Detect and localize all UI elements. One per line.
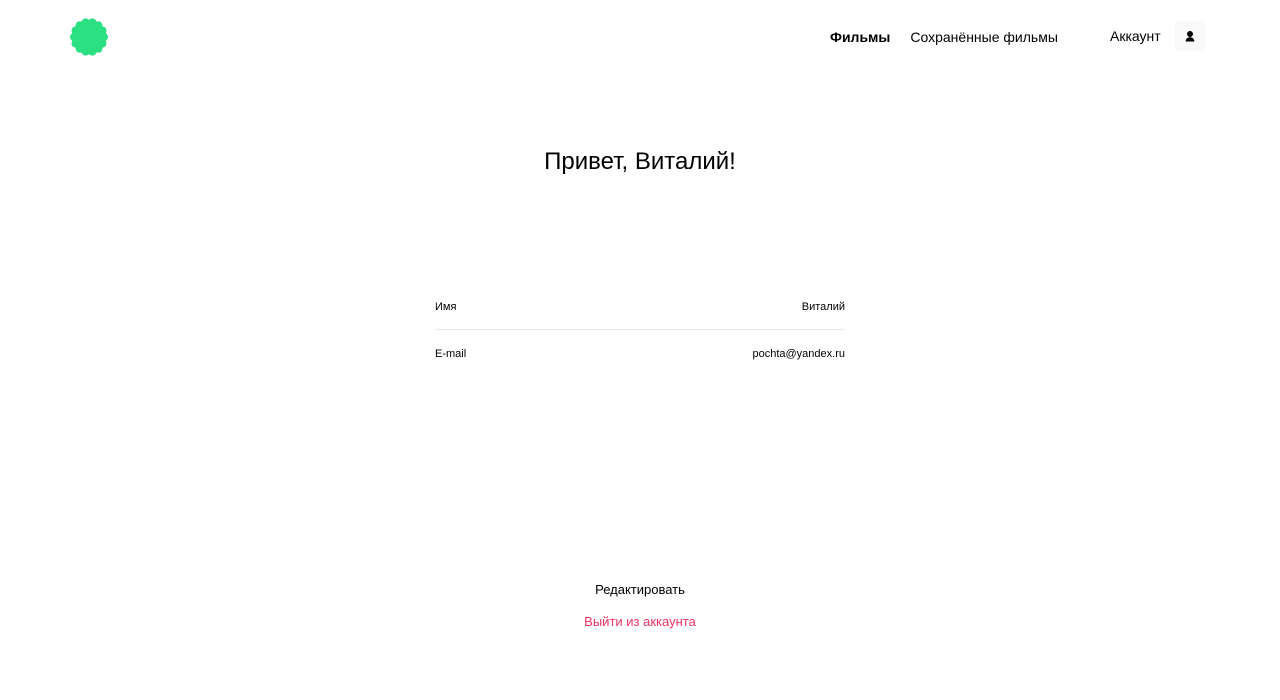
profile-page: Фильмы Сохранённые фильмы Аккаунт Привет…: [0, 0, 1280, 700]
profile-name-value: Виталий: [801, 301, 845, 313]
account-button[interactable]: Аккаунт: [1110, 21, 1205, 51]
page-title: Привет, Виталий!: [544, 148, 736, 175]
nav-link-movies[interactable]: Фильмы: [830, 28, 890, 46]
profile-email-value: pochta@yandex.ru: [752, 348, 845, 360]
profile-email-label: E-mail: [435, 348, 467, 360]
logo-icon[interactable]: [70, 18, 108, 56]
profile-row-name: Имя Виталий: [435, 296, 845, 330]
header: Фильмы Сохранённые фильмы Аккаунт: [0, 0, 1280, 74]
nav-link-saved-movies[interactable]: Сохранённые фильмы: [910, 28, 1058, 46]
edit-profile-button[interactable]: Редактировать: [595, 581, 685, 599]
logout-button[interactable]: Выйти из аккаунта: [584, 613, 696, 631]
profile-actions: Редактировать Выйти из аккаунта: [0, 581, 1280, 631]
main-nav: Фильмы Сохранённые фильмы: [830, 28, 1058, 46]
user-icon: [1185, 31, 1195, 42]
account-icon-box: [1174, 21, 1205, 51]
logo-flower-icon: [70, 18, 108, 56]
profile-row-email: E-mail pochta@yandex.ru: [435, 330, 845, 361]
profile-name-label: Имя: [435, 301, 457, 313]
profile-info: Имя Виталий E-mail pochta@yandex.ru: [435, 296, 845, 361]
account-label: Аккаунт: [1110, 28, 1161, 44]
